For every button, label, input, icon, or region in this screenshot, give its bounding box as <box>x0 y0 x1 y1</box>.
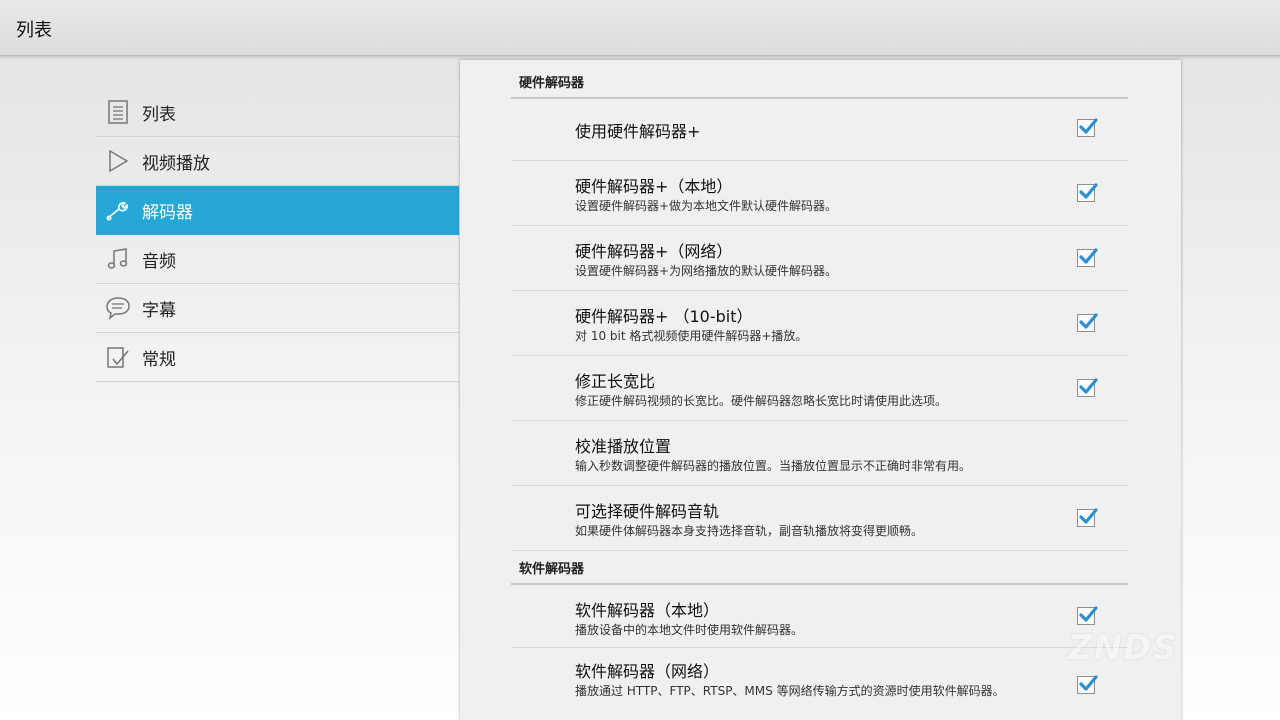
pref-summary: 播放通过 HTTP、FTP、RTSP、MMS 等网络传输方式的资源时使用软件解码… <box>575 684 1005 698</box>
sidebar-item-list[interactable]: 列表 <box>96 88 459 137</box>
sidebar-item-label: 字幕 <box>142 300 176 321</box>
sidebar-item-video-playback[interactable]: 视频播放 <box>96 137 459 186</box>
sidebar-item-decoder[interactable]: 解码器 <box>96 186 459 235</box>
decoder-settings-panel: 硬件解码器 使用硬件解码器+ 硬件解码器+（本地） 设置硬件解码器+做为本地文件… <box>460 60 1181 720</box>
sidebar-item-label: 列表 <box>142 104 176 125</box>
pref-sw-decoder-network[interactable]: 软件解码器（网络） 播放通过 HTTP、FTP、RTSP、MMS 等网络传输方式… <box>511 648 1128 720</box>
pref-correct-aspect-ratio[interactable]: 修正长宽比 修正硬件解码视频的长宽比。硬件解码器忽略长宽比时请使用此选项。 <box>511 356 1128 421</box>
checkbox[interactable] <box>1077 378 1098 397</box>
pref-use-hw-decoder-plus[interactable]: 使用硬件解码器+ <box>511 96 1128 161</box>
pref-title: 软件解码器（网络） <box>575 662 720 681</box>
pref-title: 使用硬件解码器+ <box>575 122 701 141</box>
checkbox[interactable] <box>1077 508 1098 527</box>
znds-watermark: ZNDS <box>1068 628 1208 688</box>
pref-calibrate-playback-position[interactable]: 校准播放位置 输入秒数调整硬件解码器的播放位置。当播放位置显示不正确时非常有用。 <box>511 421 1128 486</box>
action-bar: 列表 <box>0 0 1280 56</box>
checkbox[interactable] <box>1077 118 1098 137</box>
sidebar-item-general[interactable]: 常规 <box>96 333 459 382</box>
check-document-icon <box>105 344 131 370</box>
sidebar-item-audio[interactable]: 音频 <box>96 235 459 284</box>
pref-title: 校准播放位置 <box>575 437 672 456</box>
watermark-text: ZNDS <box>1068 628 1178 668</box>
sidebar-item-label: 常规 <box>142 349 176 370</box>
pref-sw-decoder-local[interactable]: 软件解码器（本地） 播放设备中的本地文件时使用软件解码器。 <box>511 583 1128 648</box>
action-bar-title: 列表 <box>16 20 52 41</box>
sidebar-item-label: 音频 <box>142 251 176 272</box>
pref-summary: 输入秒数调整硬件解码器的播放位置。当播放位置显示不正确时非常有用。 <box>575 459 972 473</box>
play-icon <box>105 148 131 174</box>
pref-summary: 如果硬件体解码器本身支持选择音轨，副音轨播放将变得更顺畅。 <box>575 524 924 538</box>
music-note-icon <box>105 246 131 272</box>
pref-hw-decoder-plus-local[interactable]: 硬件解码器+（本地） 设置硬件解码器+做为本地文件默认硬件解码器。 <box>511 161 1128 226</box>
checkbox[interactable] <box>1077 248 1098 267</box>
pref-hw-decoder-plus-10bit[interactable]: 硬件解码器+ （10-bit） 对 10 bit 格式视频使用硬件解码器+播放。 <box>511 291 1128 356</box>
pref-summary: 对 10 bit 格式视频使用硬件解码器+播放。 <box>575 329 808 343</box>
software-decoder-section-header: 软件解码器 <box>511 558 1128 585</box>
pref-title: 硬件解码器+（网络） <box>575 242 733 261</box>
speech-bubble-icon <box>105 295 131 321</box>
sidebar-item-label: 视频播放 <box>142 153 210 174</box>
pref-title: 软件解码器（本地） <box>575 601 720 620</box>
pref-title: 修正长宽比 <box>575 372 656 391</box>
checkbox[interactable] <box>1077 183 1098 202</box>
wrench-icon <box>105 197 131 223</box>
pref-title: 可选择硬件解码音轨 <box>575 502 720 521</box>
list-icon <box>105 99 131 125</box>
hardware-decoder-section-header: 硬件解码器 <box>511 72 1128 99</box>
pref-selectable-hw-audio-track[interactable]: 可选择硬件解码音轨 如果硬件体解码器本身支持选择音轨，副音轨播放将变得更顺畅。 <box>511 486 1128 551</box>
pref-hw-decoder-plus-network[interactable]: 硬件解码器+（网络） 设置硬件解码器+为网络播放的默认硬件解码器。 <box>511 226 1128 291</box>
settings-sidebar: 列表 视频播放 解码器 音频 字幕 常规 <box>96 88 459 382</box>
pref-title: 硬件解码器+ （10-bit） <box>575 307 753 326</box>
checkbox[interactable] <box>1077 606 1098 625</box>
pref-summary: 设置硬件解码器+做为本地文件默认硬件解码器。 <box>575 199 838 213</box>
pref-summary: 播放设备中的本地文件时使用软件解码器。 <box>575 623 804 637</box>
pref-title: 硬件解码器+（本地） <box>575 177 733 196</box>
pref-summary: 修正硬件解码视频的长宽比。硬件解码器忽略长宽比时请使用此选项。 <box>575 394 948 408</box>
sidebar-item-subtitles[interactable]: 字幕 <box>96 284 459 333</box>
checkbox[interactable] <box>1077 313 1098 332</box>
pref-summary: 设置硬件解码器+为网络播放的默认硬件解码器。 <box>575 264 838 278</box>
sidebar-item-label: 解码器 <box>142 202 193 223</box>
